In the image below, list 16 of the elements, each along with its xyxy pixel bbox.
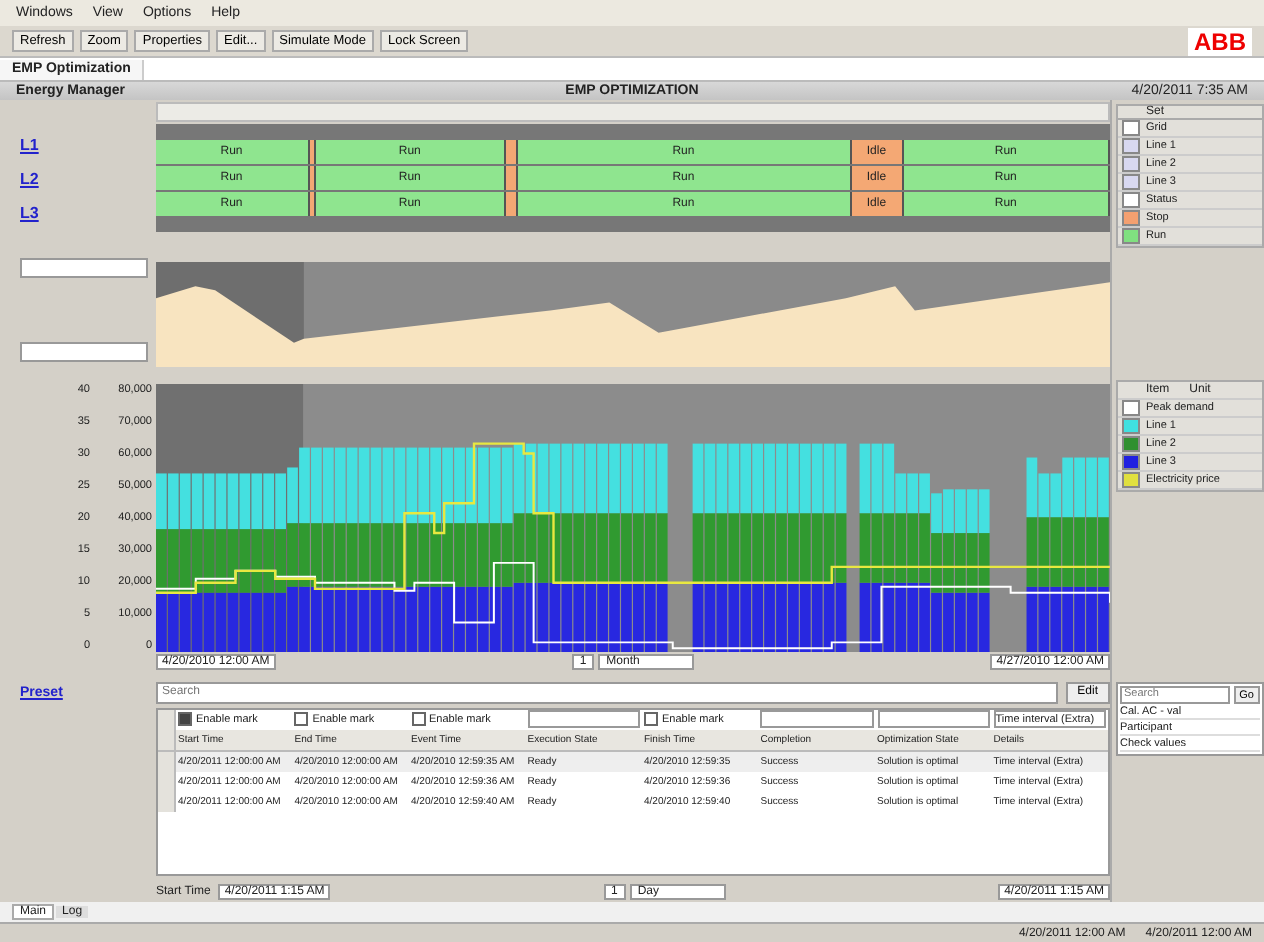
scroll-bar[interactable] — [156, 102, 1110, 122]
filter-dropdown[interactable] — [527, 710, 640, 729]
checkbox[interactable] — [644, 712, 658, 727]
line-link[interactable]: L2 — [20, 170, 39, 188]
checkbox[interactable] — [411, 712, 425, 727]
value-field[interactable] — [20, 342, 148, 362]
logo: ABB — [1188, 27, 1252, 55]
checkbox[interactable] — [294, 712, 309, 727]
value-field[interactable] — [20, 258, 148, 278]
filter-dropdown[interactable] — [877, 710, 990, 729]
row-header — [158, 709, 176, 730]
row-header — [158, 791, 176, 812]
line-link[interactable]: L1 — [20, 136, 39, 154]
filter-dropdown[interactable] — [760, 710, 873, 729]
line-link[interactable]: L3 — [20, 204, 39, 222]
checkbox[interactable] — [178, 712, 192, 727]
